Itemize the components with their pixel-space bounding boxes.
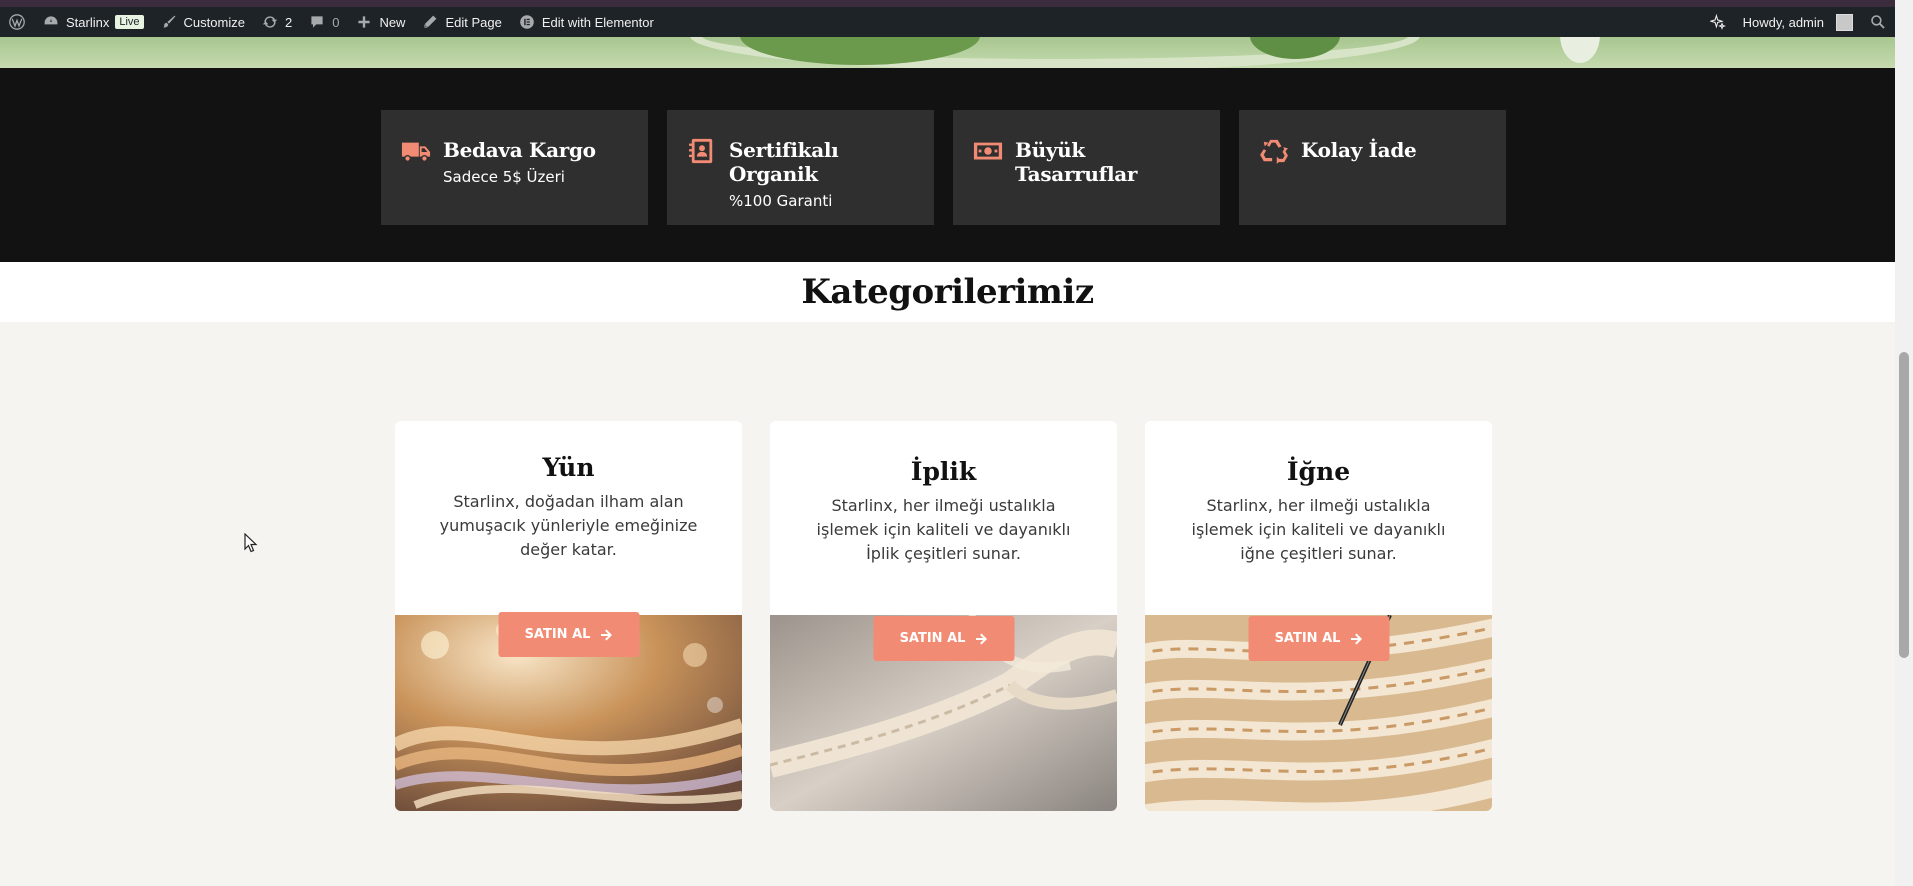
recycle-icon bbox=[1259, 138, 1289, 168]
arrow-right-icon bbox=[600, 629, 612, 640]
pencil-icon bbox=[421, 13, 439, 31]
wp-logo-button[interactable] bbox=[0, 7, 34, 37]
comments-count: 0 bbox=[332, 14, 340, 30]
feature-title: Bedava Kargo bbox=[443, 138, 596, 162]
categories-title: Kategorilerimiz bbox=[801, 272, 1094, 312]
feature-title: Büyük Tasarruflar bbox=[1015, 138, 1138, 186]
site-name-link[interactable]: Starlinx Live bbox=[34, 7, 152, 37]
ai-sparkle-button[interactable] bbox=[1701, 7, 1735, 37]
buy-button-label: SATIN AL bbox=[524, 627, 591, 642]
buy-button-wool[interactable]: SATIN AL bbox=[498, 612, 639, 657]
buy-button-label: SATIN AL bbox=[1274, 631, 1341, 646]
howdy-label: Howdy, admin bbox=[1742, 14, 1824, 30]
sparkle-icon bbox=[1709, 13, 1727, 31]
search-button[interactable] bbox=[1861, 7, 1895, 37]
feature-certified-organic: Sertifikalı Organik %100 Garanti bbox=[667, 110, 934, 225]
hero-image-bottom bbox=[0, 37, 1895, 68]
wordpress-icon bbox=[8, 13, 26, 31]
feature-free-shipping: Bedava Kargo Sadece 5$ Üzeri bbox=[381, 110, 648, 225]
arrow-right-icon bbox=[1350, 633, 1362, 644]
update-icon bbox=[261, 13, 279, 31]
wp-admin-bar: Starlinx Live Customize 2 0 New Edit Pag… bbox=[0, 0, 1895, 37]
comments-link[interactable]: 0 bbox=[300, 7, 347, 37]
plus-icon bbox=[355, 13, 373, 31]
category-card-yarn: İplik Starlinx, her ilmeği ustalıkla işl… bbox=[770, 421, 1117, 811]
feature-subtitle: Sadece 5$ Üzeri bbox=[443, 168, 565, 186]
avatar bbox=[1836, 13, 1853, 31]
features-band: Bedava Kargo Sadece 5$ Üzeri Sertifikalı… bbox=[0, 68, 1895, 262]
mouse-cursor-icon bbox=[244, 533, 258, 553]
new-label: New bbox=[379, 14, 406, 30]
edit-page-link[interactable]: Edit Page bbox=[413, 7, 509, 37]
arrow-right-icon bbox=[975, 633, 987, 644]
buy-button-label: SATIN AL bbox=[899, 631, 966, 646]
feature-title: Sertifikalı Organik bbox=[729, 138, 839, 186]
search-icon bbox=[1869, 13, 1887, 31]
brush-icon bbox=[160, 13, 178, 31]
edit-elementor-link[interactable]: Edit with Elementor bbox=[510, 7, 662, 37]
revisions-link[interactable]: 2 bbox=[253, 7, 300, 37]
feature-big-savings: Büyük Tasarruflar bbox=[953, 110, 1220, 225]
page-scrollbar[interactable] bbox=[1895, 0, 1913, 886]
buy-button-yarn[interactable]: SATIN AL bbox=[873, 616, 1014, 661]
category-card-wool: Yün Starlinx, doğadan ilham alan yumuşac… bbox=[395, 421, 742, 811]
money-bill-icon bbox=[973, 138, 1003, 168]
feature-title: Kolay İade bbox=[1301, 138, 1417, 162]
live-badge: Live bbox=[115, 15, 144, 29]
category-card-needle: İğne Starlinx, her ilmeği ustalıkla işle… bbox=[1145, 421, 1492, 811]
category-description: Starlinx, doğadan ilham alan yumuşacık y… bbox=[439, 492, 698, 559]
buy-button-needle[interactable]: SATIN AL bbox=[1248, 616, 1389, 661]
site-name: Starlinx bbox=[66, 14, 110, 30]
new-content-link[interactable]: New bbox=[347, 7, 413, 37]
contact-book-icon bbox=[687, 138, 717, 168]
my-account-link[interactable]: Howdy, admin bbox=[1735, 7, 1861, 37]
customize-label: Customize bbox=[183, 14, 245, 30]
scrollbar-thumb[interactable] bbox=[1899, 352, 1909, 658]
customize-link[interactable]: Customize bbox=[152, 7, 253, 37]
dashboard-icon bbox=[42, 13, 60, 31]
elementor-icon bbox=[518, 13, 536, 31]
edit-page-label: Edit Page bbox=[445, 14, 502, 30]
category-title: İplik bbox=[910, 457, 977, 486]
revisions-count: 2 bbox=[284, 14, 293, 30]
feature-easy-return: Kolay İade bbox=[1239, 110, 1506, 225]
feature-subtitle: %100 Garanti bbox=[729, 192, 833, 210]
category-description: Starlinx, her ilmeği ustalıkla işlemek i… bbox=[1191, 496, 1446, 563]
truck-icon bbox=[401, 138, 431, 168]
category-description: Starlinx, her ilmeği ustalıkla işlemek i… bbox=[816, 496, 1071, 563]
category-title: Yün bbox=[542, 453, 595, 482]
categories-title-band: Kategorilerimiz bbox=[0, 262, 1895, 322]
edit-elementor-label: Edit with Elementor bbox=[541, 14, 654, 30]
comment-icon bbox=[308, 13, 326, 31]
category-title: İğne bbox=[1286, 457, 1351, 486]
